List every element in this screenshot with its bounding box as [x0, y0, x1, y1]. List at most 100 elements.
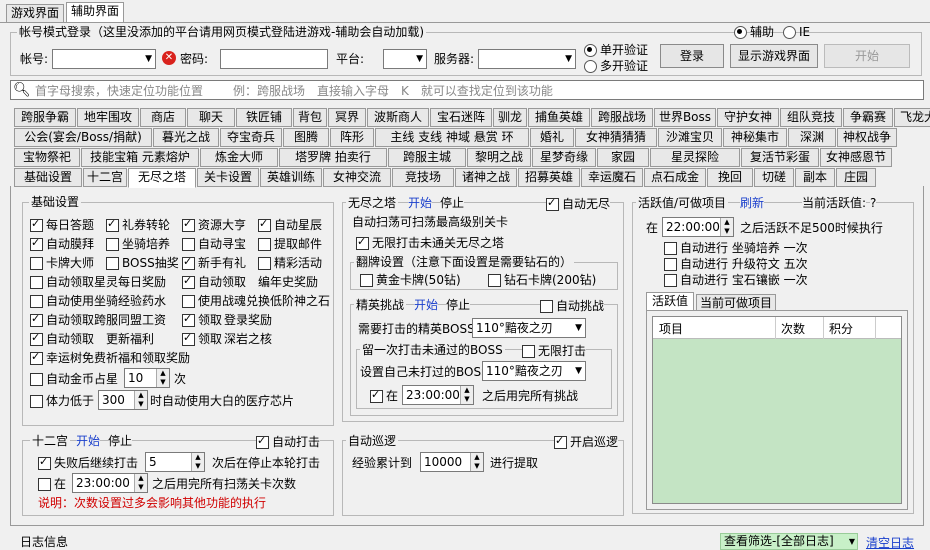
function-tab[interactable]: 女神感恩节 — [820, 148, 892, 167]
function-tab[interactable]: 家园 — [597, 148, 649, 167]
auto-worship-checkbox[interactable]: 自动膜拜 — [30, 235, 94, 252]
function-tab[interactable]: 驯龙 — [493, 108, 527, 127]
newbie-gift-checkbox[interactable]: 新手有礼 — [182, 254, 246, 271]
function-tab[interactable]: 星梦奇缘 — [532, 148, 596, 167]
function-tab[interactable]: 十二宫 — [83, 168, 127, 187]
function-tab[interactable]: 复活节彩蛋 — [741, 148, 819, 167]
spinner-arrows-icon[interactable]: ▲ ▼ — [470, 453, 483, 471]
function-tab[interactable]: 关卡设置 — [197, 168, 259, 187]
function-tab[interactable]: 星灵探险 — [650, 148, 740, 167]
elite-stop-link[interactable]: 停止 — [446, 297, 471, 313]
function-tab[interactable]: 图腾 — [283, 128, 329, 147]
function-tab[interactable]: 暮光之战 — [153, 128, 219, 147]
function-tab[interactable]: 技能宝箱 元素熔炉 — [81, 148, 199, 167]
function-tab[interactable]: 神权战争 — [837, 128, 897, 147]
show-game-button[interactable]: 显示游戏界面 — [730, 44, 818, 68]
spinner-arrows-icon[interactable]: ▲ ▼ — [134, 474, 147, 492]
spinner-arrows-icon[interactable]: ▲ ▼ — [134, 391, 147, 409]
boss-lottery-checkbox[interactable]: BOSS抽奖 — [106, 255, 179, 271]
elite-infinite-checkbox[interactable]: 无限打击 — [522, 343, 587, 359]
function-tab[interactable]: 挽回 — [707, 168, 753, 187]
tower-stop-link[interactable]: 停止 — [440, 195, 465, 211]
mount-exp-potion-checkbox[interactable]: 自动使用坐骑经验药水 — [30, 293, 166, 309]
elite-time-checkbox[interactable]: 在 — [370, 387, 398, 404]
auto-mount-checkbox[interactable]: 自动进行 坐骑培养 一次 — [664, 240, 808, 256]
zodiac-start-link[interactable]: 开始 — [76, 433, 101, 449]
clear-log-link[interactable]: 清空日志 — [866, 535, 914, 550]
password-input[interactable] — [220, 49, 328, 69]
stamina-spinner[interactable]: 300 ▲ ▼ — [98, 390, 148, 410]
function-tab[interactable]: 招募英雄 — [518, 168, 580, 187]
spinner-arrows-icon[interactable]: ▲ ▼ — [156, 369, 169, 387]
activity-time-spinner[interactable]: 22:00:00 ▲ ▼ — [662, 217, 734, 237]
auto-treasure-checkbox[interactable]: 自动寻宝 — [182, 236, 246, 252]
tower-infinite-checkbox[interactable]: 无限打击未通关无尽之塔 — [356, 234, 504, 251]
zodiac-auto-attack-checkbox[interactable]: 自动打击 — [256, 433, 321, 450]
function-tab[interactable]: 背包 — [293, 108, 327, 127]
function-tab[interactable]: 女神猜猜猜 — [575, 128, 657, 147]
search-bar[interactable]: 🔍︎ 首字母搜索，快速定位功能位置 例：跨服战场 直接输入字母 K 就可以查找定… — [10, 80, 924, 100]
function-tab[interactable]: 基础设置 — [14, 168, 82, 187]
exp-spinner[interactable]: 10000 ▲ ▼ — [420, 452, 484, 472]
spinner-arrows-icon[interactable]: ▲ ▼ — [720, 218, 733, 236]
function-tab[interactable]: 夺宝奇兵 — [220, 128, 282, 147]
set-boss-select[interactable]: 110°黯夜之刃 ▼ — [482, 361, 586, 381]
function-tab[interactable]: 争霸赛 — [843, 108, 893, 127]
function-tab[interactable]: 阵形 — [330, 128, 374, 147]
single-verify-radio[interactable]: 单开验证 — [584, 42, 648, 58]
gold-astrology-checkbox[interactable]: 自动金币占星 — [30, 371, 118, 387]
update-welfare-checkbox[interactable]: 自动领取 — [30, 330, 94, 347]
function-tab[interactable]: 冥界 — [328, 108, 366, 127]
tower-start-link[interactable]: 开始 — [408, 195, 433, 211]
activity-table[interactable]: 项目 次数 积分 — [652, 316, 902, 504]
auto-claim-checkbox[interactable]: 自动领取 — [182, 273, 246, 290]
auto-rune-checkbox[interactable]: 自动进行 升级符文 五次 — [664, 256, 808, 272]
platform-select[interactable]: ▼ — [383, 49, 427, 69]
claim-login-checkbox[interactable]: 领取 — [182, 311, 222, 328]
function-tab[interactable]: 切磋 — [754, 168, 794, 187]
function-tab[interactable]: 竞技场 — [392, 168, 454, 187]
claim-deep-rock-checkbox[interactable]: 领取 — [182, 330, 222, 347]
start-button[interactable]: 开始 — [824, 44, 910, 68]
server-select[interactable]: ▼ — [478, 49, 576, 69]
function-tab[interactable]: 点石成金 — [644, 168, 706, 187]
tab-activity-value[interactable]: 活跃值 — [646, 292, 694, 311]
function-tab[interactable]: 副本 — [795, 168, 835, 187]
account-select[interactable]: ▼ — [52, 49, 156, 69]
mode-assist-radio[interactable]: 辅助 — [734, 24, 774, 40]
soul-exchange-checkbox[interactable]: 使用战魂兑换低阶神之石 — [182, 293, 330, 309]
fail-retry-checkbox[interactable]: 失败后继续打击 — [38, 454, 138, 471]
patrol-open-checkbox[interactable]: 开启巡逻 — [554, 433, 619, 450]
function-tab[interactable]: 守护女神 — [717, 108, 779, 127]
function-tab[interactable]: 宝石迷阵 — [430, 108, 492, 127]
spirit-daily-checkbox[interactable]: 自动领取星灵每日奖励 — [30, 274, 166, 290]
spinner-arrows-icon[interactable]: ▲ ▼ — [460, 386, 473, 404]
function-tab[interactable]: 无尽之塔 — [128, 168, 196, 188]
card-master-checkbox[interactable]: 卡牌大师 — [30, 255, 94, 271]
function-tab[interactable]: 公会(宴会/Boss/捐献) — [14, 128, 152, 147]
function-tab[interactable]: 宝物祭祀 — [14, 148, 80, 167]
function-tab[interactable]: 聊天 — [187, 108, 235, 127]
multi-verify-radio[interactable]: 多开验证 — [584, 58, 648, 74]
elite-auto-checkbox[interactable]: 自动挑战 — [540, 298, 605, 314]
function-tab[interactable]: 商店 — [140, 108, 186, 127]
function-tab[interactable]: 主线 支线 神域 悬赏 环 — [375, 128, 529, 147]
auto-gem-checkbox[interactable]: 自动进行 宝石镶嵌 一次 — [664, 272, 808, 288]
function-tab[interactable]: 组队竞技 — [780, 108, 842, 127]
function-tab[interactable]: 诸神之战 — [455, 168, 517, 187]
log-filter-select[interactable]: 查看筛选-[全部日志] ▼ — [720, 533, 858, 550]
lucky-tree-checkbox[interactable]: 幸运树免费祈福和领取奖励 — [30, 349, 190, 366]
login-button[interactable]: 登录 — [660, 44, 724, 68]
function-tab[interactable]: 跨服战场 — [591, 108, 653, 127]
function-tab[interactable]: 黎明之战 — [467, 148, 531, 167]
function-tab[interactable]: 神秘集市 — [723, 128, 787, 147]
auto-stars-checkbox[interactable]: 自动星辰 — [258, 216, 322, 233]
extract-mail-checkbox[interactable]: 提取邮件 — [258, 236, 322, 252]
function-tab[interactable]: 深渊 — [788, 128, 836, 147]
mount-train-checkbox[interactable]: 坐骑培养 — [106, 236, 170, 252]
tower-auto-checkbox[interactable]: 自动无尽 — [546, 195, 611, 212]
function-tab[interactable]: 英雄训练 — [260, 168, 322, 187]
function-tab[interactable]: 庄园 — [836, 168, 876, 187]
zodiac-time-spinner[interactable]: 23:00:00 ▲ ▼ — [72, 473, 148, 493]
fail-retry-spinner[interactable]: 5 ▲ ▼ — [145, 452, 205, 472]
